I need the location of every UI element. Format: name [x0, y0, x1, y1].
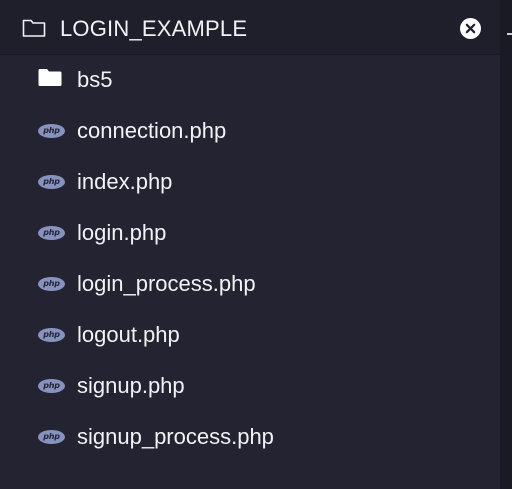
- php-badge: php: [38, 327, 65, 342]
- file-list: bs5 php connection.php php index.php php…: [0, 54, 500, 462]
- php-badge: php: [38, 429, 65, 444]
- list-item-label: index.php: [77, 168, 173, 194]
- php-file-icon: php: [38, 327, 65, 342]
- list-item-logout-php[interactable]: php logout.php: [0, 309, 500, 360]
- list-item-connection-php[interactable]: php connection.php: [0, 105, 500, 156]
- list-item-login-php[interactable]: php login.php: [0, 207, 500, 258]
- php-file-icon: php: [38, 123, 65, 138]
- background-editor-edge: [500, 0, 512, 489]
- php-badge: php: [38, 174, 65, 189]
- close-button[interactable]: [460, 18, 481, 39]
- explorer-title: LOGIN_EXAMPLE: [60, 16, 248, 41]
- list-item-signup-php[interactable]: php signup.php: [0, 360, 500, 411]
- php-file-icon: php: [38, 429, 65, 444]
- list-item-label: bs5: [77, 66, 113, 92]
- php-file-icon: php: [38, 378, 65, 393]
- list-item-label: login_process.php: [77, 270, 256, 296]
- file-explorer-panel: LOGIN_EXAMPLE bs5 php connection.php php: [0, 0, 500, 489]
- folder-icon: [38, 68, 62, 91]
- list-item-label: signup.php: [77, 372, 185, 398]
- php-badge: php: [38, 378, 65, 393]
- explorer-header: LOGIN_EXAMPLE: [0, 0, 500, 55]
- list-item-index-php[interactable]: php index.php: [0, 156, 500, 207]
- close-circle-icon: [465, 23, 476, 34]
- list-item-label: connection.php: [77, 117, 227, 143]
- list-item-label: logout.php: [77, 321, 180, 347]
- php-badge: php: [38, 225, 65, 240]
- list-item-signup-process-php[interactable]: php signup_process.php: [0, 411, 500, 462]
- php-file-icon: php: [38, 174, 65, 189]
- php-badge: php: [38, 276, 65, 291]
- list-item-label: login.php: [77, 219, 167, 245]
- list-item-label: signup_process.php: [77, 423, 274, 449]
- php-file-icon: php: [38, 276, 65, 291]
- folder-outline-icon: [22, 18, 46, 38]
- background-edge-mark: [507, 33, 512, 35]
- list-item-login-process-php[interactable]: php login_process.php: [0, 258, 500, 309]
- php-badge: php: [38, 123, 65, 138]
- list-item-bs5[interactable]: bs5: [0, 54, 500, 105]
- php-file-icon: php: [38, 225, 65, 240]
